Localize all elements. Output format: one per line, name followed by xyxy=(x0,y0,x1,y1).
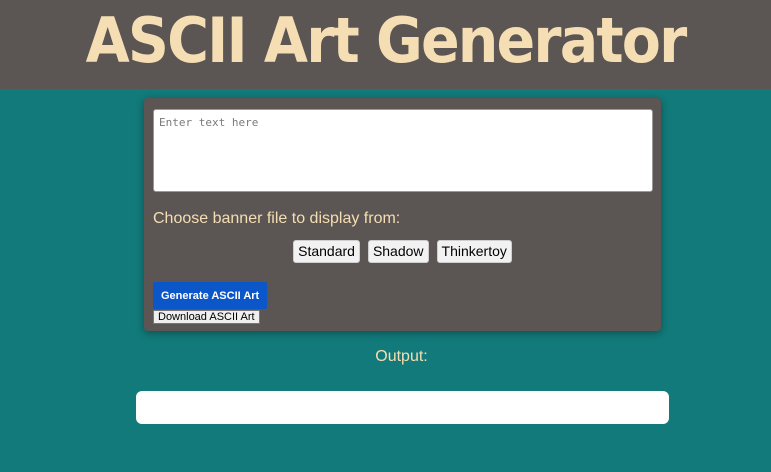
page-title: ASCII Art Generator xyxy=(85,4,688,77)
text-input[interactable] xyxy=(153,109,653,192)
banner-prompt-label: Choose banner file to display from: xyxy=(153,210,401,227)
banner-standard-button[interactable]: Standard xyxy=(293,240,360,263)
output-label: Output: xyxy=(375,348,428,365)
header-bar: ASCII Art Generator xyxy=(0,0,771,89)
banner-shadow-button[interactable]: Shadow xyxy=(367,240,429,263)
banner-thinkertoy-button[interactable]: Thinkertoy xyxy=(436,240,512,263)
banner-button-group: Standard Shadow Thinkertoy xyxy=(144,240,661,263)
input-panel: Choose banner file to display from: Stan… xyxy=(144,98,661,331)
generate-button[interactable]: Generate ASCII Art xyxy=(153,282,268,309)
download-button[interactable]: Download ASCII Art xyxy=(153,310,260,324)
output-box xyxy=(136,391,669,424)
